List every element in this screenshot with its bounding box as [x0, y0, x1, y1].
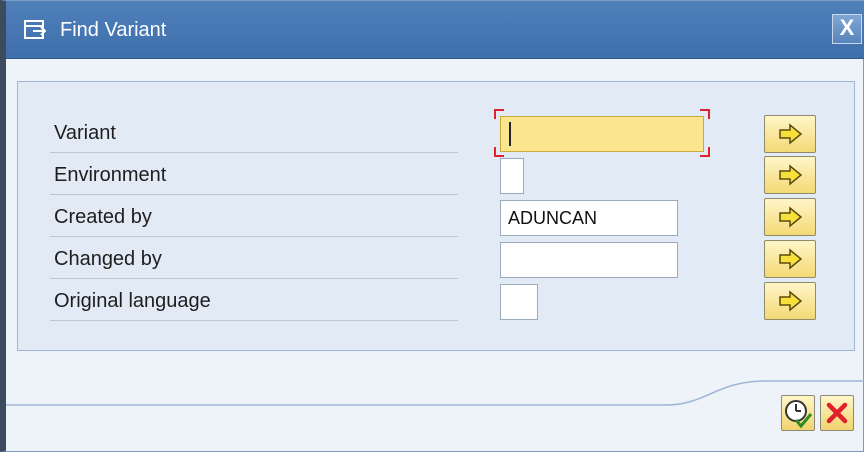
yellow-arrow-icon	[779, 248, 803, 270]
red-x-icon	[826, 402, 848, 424]
title-bar[interactable]: Find Variant X	[6, 1, 864, 59]
yellow-arrow-icon	[779, 290, 803, 312]
dialog-title: Find Variant	[60, 19, 167, 41]
footer-separator	[6, 380, 864, 406]
created-by-label: Created by	[50, 195, 458, 237]
original-language-input[interactable]	[500, 284, 538, 320]
created-by-input[interactable]: ADUNCAN	[500, 200, 678, 236]
changed-by-input[interactable]	[500, 242, 678, 278]
original-language-label: Original language	[50, 279, 458, 321]
yellow-arrow-icon	[779, 164, 803, 186]
created-by-multiple-selection-button[interactable]	[764, 198, 816, 236]
environment-multiple-selection-button[interactable]	[764, 156, 816, 194]
yellow-arrow-icon	[779, 206, 803, 228]
created-by-value: ADUNCAN	[508, 208, 598, 228]
variant-multiple-selection-button[interactable]	[764, 115, 816, 153]
continue-button[interactable]	[781, 395, 815, 431]
environment-input[interactable]	[500, 158, 524, 194]
text-caret	[509, 122, 511, 146]
changed-by-label: Changed by	[50, 237, 458, 279]
original-language-multiple-selection-button[interactable]	[764, 282, 816, 320]
close-button[interactable]: X	[832, 14, 862, 44]
changed-by-multiple-selection-button[interactable]	[764, 240, 816, 278]
yellow-arrow-icon	[779, 123, 803, 145]
clock-checkmark-icon	[785, 400, 813, 429]
cancel-button[interactable]	[820, 395, 854, 431]
variant-input[interactable]	[500, 116, 704, 152]
find-variant-dialog: Find Variant X Variant Environment Creat…	[0, 0, 864, 452]
dialog-window-icon	[24, 19, 48, 41]
environment-label: Environment	[50, 153, 458, 195]
variant-label: Variant	[50, 111, 458, 153]
